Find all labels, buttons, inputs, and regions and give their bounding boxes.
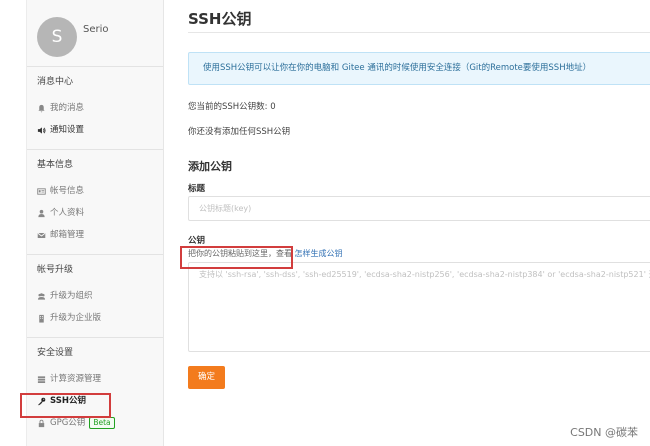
section-title-messages: 消息中心 <box>37 77 74 87</box>
avatar[interactable]: S <box>37 17 77 57</box>
sidebar-item-label: 个人资料 <box>50 208 85 218</box>
add-key-heading: 添加公钥 <box>188 160 232 173</box>
lock-icon <box>36 418 46 428</box>
bell-icon <box>36 103 46 113</box>
empty-keys-text: 你还没有添加任何SSH公钥 <box>188 127 291 137</box>
envelope-icon <box>36 230 46 240</box>
profile-area: S Serio <box>27 0 163 66</box>
group-icon <box>36 291 46 301</box>
title-field-label: 标题 <box>188 184 206 194</box>
sidebar-item-label: 升级为企业版 <box>50 313 102 323</box>
paste-hint-highlight <box>180 246 293 269</box>
sidebar-item-label: 帐号信息 <box>50 186 85 196</box>
section-title-basic-info: 基本信息 <box>37 160 74 170</box>
sidebar: S Serio 消息中心 我的消息 通知设置 基本信息 帐号信息 个人资料 邮箱… <box>26 0 164 446</box>
key-title-input[interactable]: 公钥标题(key) <box>188 196 650 221</box>
sidebar-item-my-messages[interactable]: 我的消息 <box>27 97 163 119</box>
main-content: SSH公钥 使用SSH公钥可以让你在你的电脑和 Gitee 通讯的时候使用安全连… <box>164 0 650 446</box>
info-banner: 使用SSH公钥可以让你在你的电脑和 Gitee 通讯的时候使用安全连接（Git的… <box>188 52 650 85</box>
sidebar-section-messages: 消息中心 我的消息 通知设置 <box>27 66 163 149</box>
sidebar-item-account-info[interactable]: 帐号信息 <box>27 180 163 202</box>
person-icon <box>36 208 46 218</box>
sidebar-item-email[interactable]: 邮箱管理 <box>27 224 163 246</box>
page-title: SSH公钥 <box>188 10 252 28</box>
how-to-generate-key-link[interactable]: 怎样生成公钥 <box>295 249 343 258</box>
sidebar-item-label: 升级为组织 <box>50 291 93 301</box>
key-field-label: 公钥 <box>188 236 206 246</box>
section-title-upgrade: 帐号升级 <box>37 265 74 275</box>
sidebar-item-upgrade-org[interactable]: 升级为组织 <box>27 285 163 307</box>
sidebar-section-basic-info: 基本信息 帐号信息 个人资料 邮箱管理 <box>27 149 163 254</box>
title-divider <box>188 32 650 33</box>
id-card-icon <box>36 186 46 196</box>
section-title-security: 安全设置 <box>37 348 74 358</box>
sidebar-item-upgrade-enterprise[interactable]: 升级为企业版 <box>27 307 163 329</box>
sidebar-item-label: 邮箱管理 <box>50 230 85 240</box>
watermark: CSDN @碳苯 <box>570 426 638 439</box>
username[interactable]: Serio <box>83 24 109 35</box>
key-count-text: 您当前的SSH公钥数: 0 <box>188 102 276 112</box>
sidebar-item-label: 通知设置 <box>50 125 85 135</box>
sidebar-item-notification-settings[interactable]: 通知设置 <box>27 119 163 141</box>
sidebar-item-label: 我的消息 <box>50 103 85 113</box>
sidebar-section-security: 安全设置 计算资源管理 SSH公钥 GPG公钥 Beta <box>27 337 163 434</box>
server-icon <box>36 374 46 384</box>
speaker-icon <box>36 125 46 135</box>
beta-badge: Beta <box>89 417 115 429</box>
sidebar-item-label: 计算资源管理 <box>50 374 102 384</box>
sidebar-section-upgrade: 帐号升级 升级为组织 升级为企业版 <box>27 254 163 337</box>
confirm-button[interactable]: 确定 <box>188 366 225 389</box>
sidebar-item-compute-resources[interactable]: 计算资源管理 <box>27 368 163 390</box>
ssh-keys-highlight <box>20 393 111 418</box>
public-key-textarea[interactable]: 支持以 'ssh-rsa', 'ssh-dss', 'ssh-ed25519',… <box>188 262 650 352</box>
building-icon <box>36 313 46 323</box>
sidebar-item-profile[interactable]: 个人资料 <box>27 202 163 224</box>
